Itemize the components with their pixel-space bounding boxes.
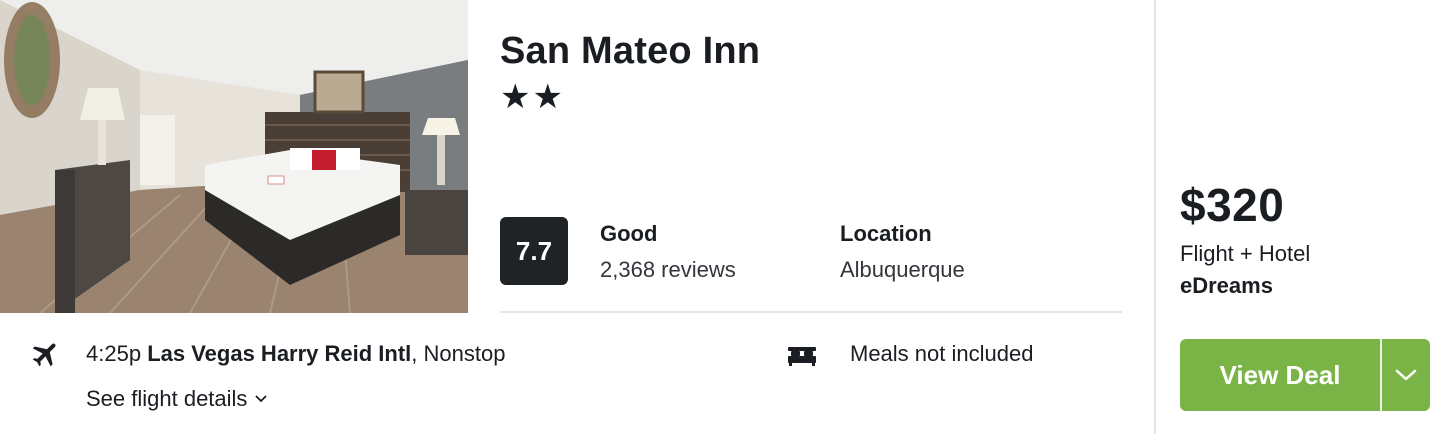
button-divider: [1380, 339, 1382, 411]
column-separator: [1154, 0, 1156, 434]
flight-time: 4:25p: [86, 341, 142, 366]
airplane-icon: [32, 343, 56, 367]
location-value: Albuquerque: [840, 257, 965, 282]
chevron-down-icon: [1395, 369, 1417, 381]
flight-stops: , Nonstop: [411, 341, 506, 366]
see-flight-details-link[interactable]: See flight details: [86, 386, 268, 412]
bed-icon: [788, 347, 816, 366]
flight-airport: Las Vegas Harry Reid Intl: [147, 341, 412, 366]
view-deal-button[interactable]: View Deal: [1180, 339, 1430, 411]
flight-details-label: See flight details: [86, 386, 248, 411]
review-count: 2,368 reviews: [600, 257, 736, 282]
package-type: Flight + Hotel: [1180, 241, 1311, 266]
star-rating: ★★: [500, 78, 565, 116]
review-score-badge: 7.7: [500, 217, 568, 285]
price: $320: [1180, 179, 1285, 231]
chevron-down-icon: [255, 395, 268, 403]
view-deal-label[interactable]: View Deal: [1180, 339, 1380, 411]
hotel-name[interactable]: San Mateo Inn: [500, 30, 760, 73]
flight-summary: 4:25p Las Vegas Harry Reid Intl, Nonstop: [86, 341, 505, 367]
provider-name: eDreams: [1180, 273, 1273, 298]
rating-label: Good: [600, 221, 658, 246]
divider: [500, 311, 1122, 313]
hotel-photo[interactable]: [0, 0, 468, 313]
meals-info: Meals not included: [850, 341, 1034, 366]
result-card: San Mateo Inn ★★ 7.7 Good 2,368 reviews …: [0, 0, 1450, 434]
more-deals-toggle[interactable]: [1382, 339, 1430, 411]
location-label: Location: [840, 221, 932, 246]
